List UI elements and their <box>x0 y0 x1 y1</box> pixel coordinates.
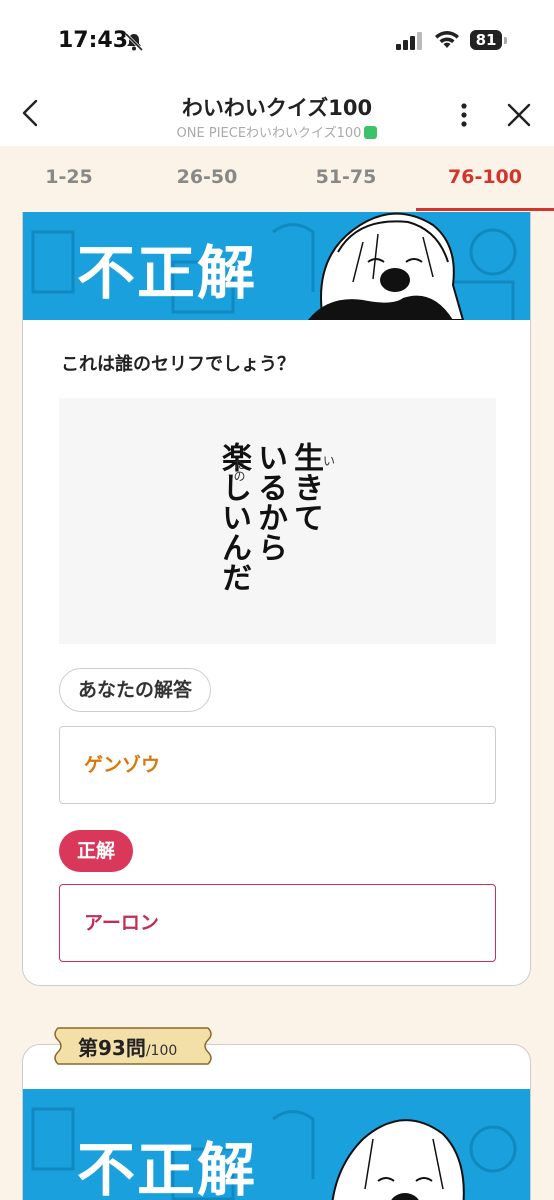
quote-line-2: いるから <box>251 442 287 562</box>
close-icon[interactable] <box>506 102 532 128</box>
incorrect-banner-2: 不正解 <box>23 1089 530 1200</box>
question-total: /100 <box>145 1043 178 1059</box>
banner-title-2: 不正解 <box>77 1136 258 1200</box>
active-tab-indicator <box>416 208 554 211</box>
status-time: 17:43 <box>58 28 129 53</box>
correct-answer-label: 正解 <box>59 830 134 872</box>
question-number-value: 第93問 <box>78 1036 146 1060</box>
verified-badge-icon <box>364 126 378 139</box>
quote-line-1-text: 生きて <box>288 442 323 532</box>
tab-26-50[interactable]: 26-50 <box>138 166 276 188</box>
wifi-icon <box>435 31 459 48</box>
quote-line-1: 生きて <box>287 442 323 532</box>
incorrect-banner: 不正解 <box>23 212 530 320</box>
your-answer-value: ゲンゾウ <box>59 726 496 804</box>
tab-1-25[interactable]: 1-25 <box>0 166 138 188</box>
range-tabs: 1-25 26-50 51-75 76-100 <box>0 146 554 212</box>
tab-51-75[interactable]: 51-75 <box>277 166 415 188</box>
ruby-iki: い <box>323 454 336 468</box>
status-bar: 17:43 81 <box>0 0 554 84</box>
ruby-tano: たの <box>232 458 246 482</box>
your-answer-label: あなたの解答 <box>59 668 212 712</box>
banner-title: 不正解 <box>77 239 258 307</box>
question-number: 第93問/100 <box>78 1032 177 1061</box>
tab-76-100[interactable]: 76-100 <box>416 166 554 188</box>
subtitle-text: ONE PIECEわいわいクイズ100 <box>176 126 362 141</box>
app-header: わいわいクイズ100 ONE PIECEわいわいクイズ100 <box>0 84 554 146</box>
correct-answer-value: アーロン <box>59 884 496 962</box>
bell-muted-icon <box>124 32 144 52</box>
battery-indicator: 81 <box>470 30 507 50</box>
question-text: これは誰のセリフでしょう？ <box>61 354 295 375</box>
quiz-result-card: 不正解 これは誰のセリフでしょう？ 生きて い いるから 楽しいんだ たの あな… <box>22 212 531 986</box>
quote-box: 生きて い いるから 楽しいんだ たの <box>59 398 496 644</box>
cellular-signal-icon <box>396 32 422 50</box>
question-number-tag: 第93問/100 <box>52 1022 218 1070</box>
more-vertical-icon[interactable] <box>452 100 476 130</box>
quote-line-2-text: いるから <box>252 442 287 562</box>
